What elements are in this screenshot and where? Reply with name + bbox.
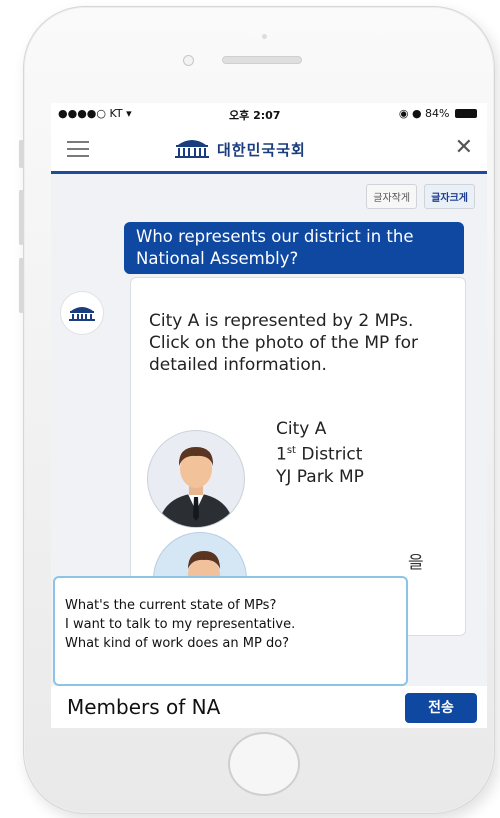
home-button[interactable] — [228, 732, 300, 796]
font-smaller-button[interactable]: 글자작게 — [366, 184, 418, 209]
battery-icon — [455, 109, 477, 118]
assembly-building-icon — [175, 140, 209, 158]
message-input-bar: 전송 — [51, 686, 487, 728]
mp-name: YJ Park MP — [276, 466, 364, 487]
volume-up-button — [19, 190, 24, 245]
assembly-building-icon — [69, 307, 95, 321]
battery-percent: 84% — [425, 107, 450, 120]
logo-text: 대한민국국회 — [217, 141, 306, 159]
bot-avatar — [60, 291, 104, 335]
suggestion-item[interactable]: What kind of work does an MP do? — [55, 634, 406, 653]
user-message: Who represents our district in the Natio… — [124, 222, 464, 274]
front-camera — [183, 55, 194, 66]
message-input[interactable] — [55, 686, 409, 728]
wifi-icon: ▾ — [126, 107, 132, 120]
suggestion-item[interactable]: What's the current state of MPs? — [55, 578, 406, 615]
menu-icon[interactable] — [67, 141, 89, 157]
volume-down-button — [19, 258, 24, 313]
carrier-signal: ●●●●○ KT ▾ — [58, 107, 132, 120]
send-button[interactable]: 전송 — [405, 693, 477, 723]
mp-info-1[interactable]: City A 1st District YJ Park MP — [276, 418, 364, 488]
earpiece-speaker — [222, 56, 302, 64]
alarm-icon: ● — [411, 107, 422, 120]
status-time: 오후 2:07 — [229, 109, 281, 122]
mp-photo-1[interactable] — [147, 430, 245, 528]
status-right: ◉ ● 84% — [399, 107, 477, 120]
proximity-sensor — [262, 34, 267, 39]
status-bar: ●●●●○ KT ▾ 오후 2:07 ◉ ● 84% — [51, 103, 487, 125]
app-header: 대한민국국회 ✕ — [51, 125, 487, 174]
mp-city: City A — [276, 419, 327, 439]
font-size-controls: 글자작게 글자크게 — [364, 184, 475, 209]
suggestion-box: What's the current state of MPs? I want … — [53, 576, 408, 686]
mp-info-2-partial: 을 — [408, 553, 424, 573]
mute-switch — [19, 140, 24, 168]
mp-portrait-icon — [158, 447, 234, 527]
font-larger-button[interactable]: 글자크게 — [424, 184, 475, 209]
close-icon[interactable]: ✕ — [455, 137, 473, 159]
phone-screen: ●●●●○ KT ▾ 오후 2:07 ◉ ● 84% 대한민국국회 ✕ 글자작게… — [51, 103, 487, 728]
bot-message: City A is represented by 2 MPs. Click on… — [149, 311, 419, 375]
suggestion-item[interactable]: I want to talk to my representative. — [55, 615, 406, 634]
chat-area[interactable]: 글자작게 글자크게 Who represents our district in… — [51, 174, 487, 728]
mp-district: 1st District — [276, 444, 363, 465]
location-icon: ◉ — [398, 107, 409, 120]
